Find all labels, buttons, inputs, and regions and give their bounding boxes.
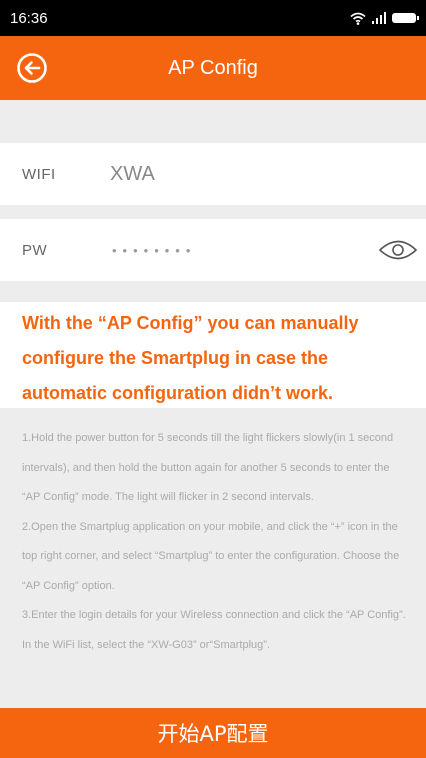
- battery-icon: [392, 13, 419, 23]
- password-field[interactable]: PW ••••••••: [0, 219, 426, 281]
- show-password-button[interactable]: [370, 230, 426, 270]
- wifi-field[interactable]: WIFI XWA: [0, 143, 426, 205]
- status-bar: 16:36: [0, 0, 426, 36]
- back-arrow-circle-icon: [17, 53, 47, 83]
- page-title: AP Config: [168, 56, 258, 79]
- instruction-step-3: 3.Enter the login details for your Wirel…: [22, 609, 406, 651]
- intro-text: With the “AP Config” you can manually co…: [0, 302, 426, 408]
- signal-icon: [372, 12, 386, 24]
- start-ap-config-button[interactable]: 开始AP配置: [0, 708, 426, 758]
- wifi-label: WIFI: [22, 165, 56, 183]
- status-icons: [350, 12, 419, 25]
- wifi-icon: [350, 12, 366, 25]
- instruction-step-1: 1.Hold the power button for 5 seconds ti…: [22, 432, 394, 503]
- app-bar: AP Config: [0, 36, 426, 100]
- instructions: 1.Hold the power button for 5 seconds ti…: [0, 408, 426, 708]
- password-label: PW: [22, 241, 48, 259]
- eye-icon: [378, 240, 418, 260]
- back-button[interactable]: [16, 52, 48, 84]
- password-value[interactable]: ••••••••: [112, 243, 196, 258]
- wifi-ssid-value[interactable]: XWA: [110, 163, 155, 186]
- instruction-step-2: 2.Open the Smartplug application on your…: [22, 520, 400, 592]
- status-time: 16:36: [10, 9, 48, 27]
